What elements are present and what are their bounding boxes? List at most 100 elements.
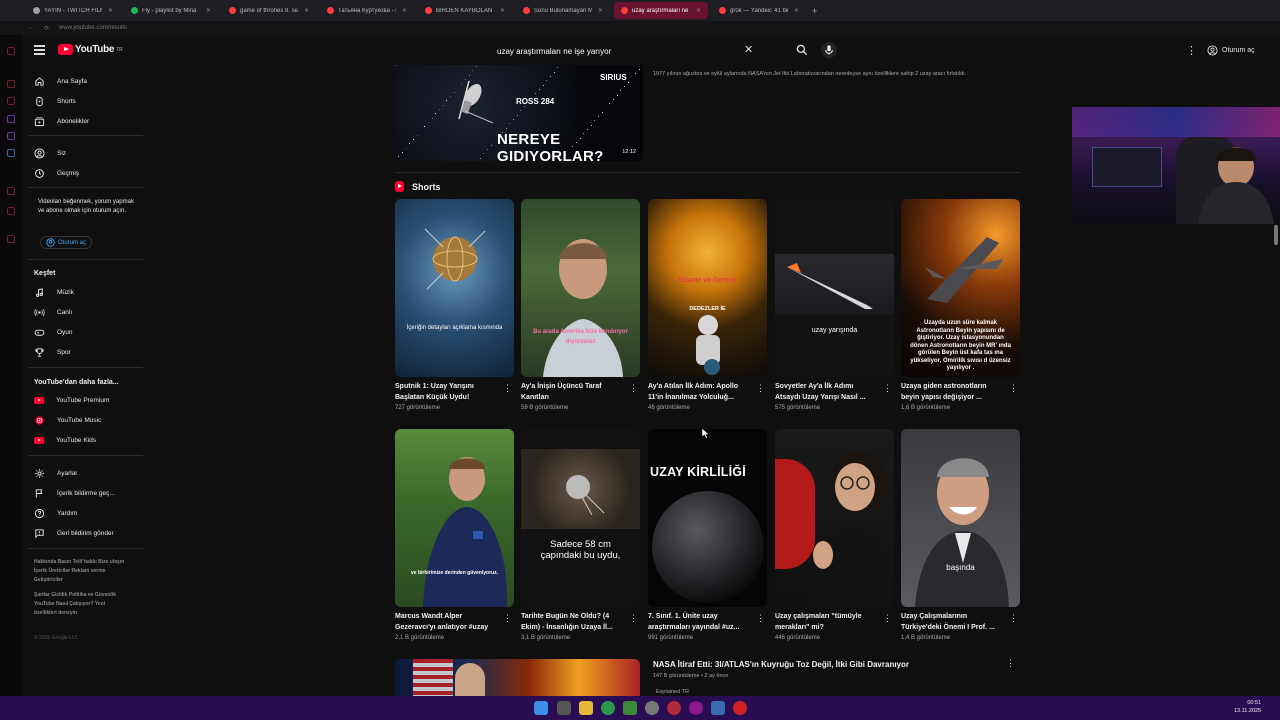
short-thumbnail[interactable]: Uzayda uzun süre kalmak Astronotların Be… <box>901 199 1020 377</box>
browser-tab[interactable]: uzay araştırmaları ne işe ✕ <box>614 2 708 19</box>
sidebar-item-sports[interactable]: Spor <box>34 345 71 359</box>
sidebar-item-history[interactable]: Geçmiş <box>34 166 79 180</box>
menu-icon[interactable] <box>34 45 45 55</box>
scrollbar[interactable] <box>1272 65 1280 696</box>
short-title[interactable]: Tarihte Bugün Ne Oldu? (4 Ekim) - İnsanl… <box>521 611 625 633</box>
browser-tab[interactable]: Fly - playlist by Mina ✕ <box>124 2 218 19</box>
short-card[interactable]: İçeriğin detayları açıklama kısmında Spu… <box>395 199 515 411</box>
close-tab-icon[interactable]: ✕ <box>402 7 407 14</box>
close-tab-icon[interactable]: ✕ <box>794 7 799 14</box>
short-card[interactable]: Efsane ve Gerçek DEDEZLER İE Ay'a Atılan… <box>648 199 768 411</box>
browser-sidebar-icon[interactable] <box>7 47 15 55</box>
search-value[interactable]: uzay araştırmaları ne işe yarıyor <box>497 47 611 56</box>
browser-sidebar-icon[interactable] <box>7 187 15 195</box>
short-title[interactable]: Ay'a Atılan İlk Adım: Apollo 11'in İnanı… <box>648 381 752 403</box>
search-icon[interactable] <box>795 43 809 57</box>
sidebar-item-youtube-premium[interactable]: YouTube Premium <box>34 393 109 407</box>
short-title[interactable]: Uzaya giden astronotların beyin yapısı d… <box>901 381 1005 403</box>
close-tab-icon[interactable]: ✕ <box>206 7 211 14</box>
sidebar-item-send-feedback[interactable]: Geri bildirim gönder <box>34 526 114 540</box>
short-title[interactable]: Marcus Wandt Alper Gezeravcı'yı anlatıyo… <box>395 611 499 633</box>
more-options-icon[interactable]: ⋮ <box>629 613 638 624</box>
app-icon[interactable] <box>689 701 703 715</box>
sidebar-item-live[interactable]: Canlı <box>34 305 72 319</box>
browser-sidebar-icon[interactable] <box>7 115 15 123</box>
video-thumbnail[interactable] <box>395 659 640 696</box>
more-options-icon[interactable]: ⋮ <box>756 383 765 394</box>
short-title[interactable]: Uzay Çalışmalarının Türkiye'deki Önemi I… <box>901 611 1005 633</box>
microphone-icon[interactable] <box>821 42 837 58</box>
media-player-icon[interactable] <box>623 701 637 715</box>
browser-tab[interactable]: game of thrones 8. sez ✕ <box>222 2 316 19</box>
app-icon[interactable] <box>733 701 747 715</box>
short-card[interactable]: Uzay çalışmaları "tümüyle merakları" mi?… <box>775 429 895 641</box>
app-icon[interactable] <box>711 701 725 715</box>
more-options-icon[interactable]: ⋮ <box>1006 658 1015 669</box>
app-icon[interactable] <box>645 701 659 715</box>
scrollbar-thumb[interactable] <box>1274 225 1278 245</box>
short-title[interactable]: 7. Sınıf. 1. Ünite uzay araştırmaları ya… <box>648 611 752 633</box>
sidebar-signin-button[interactable]: Oturum aç <box>40 236 93 249</box>
sidebar-item-youtube-kids[interactable]: YouTube Kids <box>34 433 96 447</box>
short-thumbnail[interactable]: başında <box>901 429 1020 607</box>
close-tab-icon[interactable]: ✕ <box>598 7 603 14</box>
short-card[interactable]: uzay yarışında Sovyetler Ay'a İlk Adımı … <box>775 199 895 411</box>
more-options-icon[interactable]: ⋮ <box>629 383 638 394</box>
sidebar-item-gaming[interactable]: Oyun <box>34 325 73 339</box>
back-icon[interactable]: ← <box>28 25 34 31</box>
xbox-icon[interactable] <box>601 701 615 715</box>
close-tab-icon[interactable]: ✕ <box>108 7 113 14</box>
video-title[interactable]: NASA İtiraf Etti: 3I/ATLAS'ın Kuyruğu To… <box>653 660 909 669</box>
more-options-icon[interactable]: ⋮ <box>1009 613 1018 624</box>
search-icon[interactable] <box>557 701 571 715</box>
sidebar-item-subscriptions[interactable]: Abonelikler <box>34 114 89 128</box>
signin-button[interactable]: Oturum aç <box>1203 42 1259 59</box>
more-options-icon[interactable]: ⋮ <box>503 383 512 394</box>
short-card[interactable]: başında Uzay Çalışmalarının Türkiye'deki… <box>901 429 1021 641</box>
short-thumbnail[interactable]: Bu arada Amerika bize kandırıyor diyorsa… <box>521 199 640 377</box>
footer-links-primary[interactable]: Hakkında Basın Telif hakkı Bize ulaşın İ… <box>34 558 129 585</box>
more-options-icon[interactable]: ⋮ <box>1009 383 1018 394</box>
short-thumbnail[interactable]: Efsane ve Gerçek DEDEZLER İE <box>648 199 767 377</box>
browser-sidebar-icon[interactable] <box>7 235 15 243</box>
browser-sidebar-icon[interactable] <box>7 97 15 105</box>
browser-tab[interactable]: Sonu Bulunamayan Meg ✕ <box>516 2 610 19</box>
system-clock[interactable]: 00:51 13.11.2025 <box>1234 699 1261 715</box>
more-options-icon[interactable]: ⋮ <box>756 613 765 624</box>
close-tab-icon[interactable]: ✕ <box>696 7 701 14</box>
file-explorer-icon[interactable] <box>579 701 593 715</box>
short-card[interactable]: Sadece 58 cm çapındaki bu uydu, Tarihte … <box>521 429 641 641</box>
youtube-logo[interactable]: YouTube TR <box>58 44 123 55</box>
browser-sidebar-icon[interactable] <box>7 207 15 215</box>
browser-sidebar-icon[interactable] <box>7 132 15 140</box>
new-tab-icon[interactable]: + <box>812 6 817 16</box>
channel-name[interactable]: Explained TR <box>656 689 689 695</box>
short-thumbnail[interactable]: Sadece 58 cm çapındaki bu uydu, <box>521 429 640 607</box>
more-options-icon[interactable]: ⋮ <box>883 383 892 394</box>
reload-icon[interactable]: ⟳ <box>44 25 49 32</box>
sidebar-item-report-history[interactable]: İçerik bildirme geç... <box>34 486 115 500</box>
short-card[interactable]: Uzayda uzun süre kalmak Astronotların Be… <box>901 199 1021 411</box>
sidebar-item-settings[interactable]: Ayarlar <box>34 466 77 480</box>
browser-sidebar-icon[interactable] <box>7 80 15 88</box>
browser-tab[interactable]: BIRDEN KAYBOLAN CIN ✕ <box>418 2 512 19</box>
browser-tab[interactable]: YAYIN - TWITCH FILM B ✕ <box>26 2 120 19</box>
short-card[interactable]: ve birbirimize derinden güveniyoruz. Mar… <box>395 429 515 641</box>
sidebar-item-you[interactable]: Siz <box>34 146 66 160</box>
sidebar-item-shorts[interactable]: Shorts <box>34 94 76 108</box>
short-title[interactable]: Uzay çalışmaları "tümüyle merakları" mi? <box>775 611 879 633</box>
video-thumbnail[interactable]: SIRIUS ROSS 284 NEREYE GIDIYORLAR? 12:12 <box>395 65 643 161</box>
close-tab-icon[interactable]: ✕ <box>500 7 505 14</box>
windows-start-icon[interactable] <box>534 701 548 715</box>
browser-tab[interactable]: Татьяна Куртукова - Ма ✕ <box>320 2 414 19</box>
footer-links-secondary[interactable]: Şartlar Gizlilik Politika ve Güvenlik Yo… <box>34 591 129 618</box>
browser-icon[interactable] <box>667 701 681 715</box>
short-card[interactable]: UZAY KİRLİLİĞİ 7. Sınıf. 1. Ünite uzay a… <box>648 429 768 641</box>
sidebar-item-help[interactable]: Yardım <box>34 506 77 520</box>
more-options-icon[interactable]: ⋮ <box>503 613 512 624</box>
short-thumbnail[interactable]: ve birbirimize derinden güveniyoruz. <box>395 429 514 607</box>
more-options-icon[interactable]: ⋮ <box>883 613 892 624</box>
browser-tab[interactable]: grok — Yandex: 41 bin so ✕ <box>712 2 806 19</box>
short-title[interactable]: Sputnik 1: Uzay Yarışını Başlatan Küçük … <box>395 381 499 403</box>
short-title[interactable]: Ay'a İnişin Üçüncü Taraf Kanıtları <box>521 381 625 403</box>
